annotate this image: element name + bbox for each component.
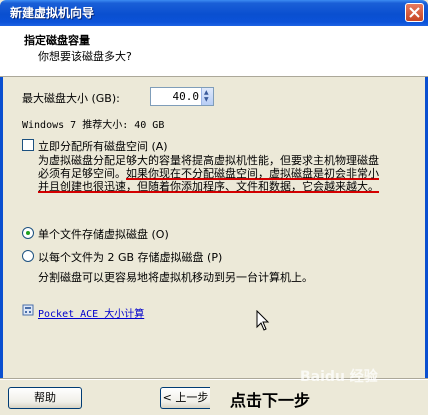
allocate-description: 为虚拟磁盘分配足够大的容量将提高虚拟机性能，但要求主机物理磁盘 必须有足够空间。… bbox=[38, 154, 416, 193]
instruction-overlay: 点击下一步 bbox=[230, 391, 311, 410]
allocate-desc-line2a: 必须有足够空间。 bbox=[38, 167, 126, 180]
wizard-header: 指定磁盘容量 你想要该磁盘多大? bbox=[0, 26, 428, 77]
spinner-arrows[interactable]: ▲ ▼ bbox=[201, 88, 213, 105]
allocate-desc-line1: 为虚拟磁盘分配足够大的容量将提高虚拟机性能，但要求主机物理磁盘 bbox=[38, 154, 379, 167]
allocate-desc-line2b: 如果你现在不分配磁盘空间，虚拟磁盘是初会非常小 bbox=[126, 167, 379, 180]
max-disk-size-label: 最大磁盘大小 (GB): bbox=[22, 92, 120, 105]
calculator-icon[interactable] bbox=[22, 304, 34, 316]
window-border-left bbox=[0, 26, 3, 415]
disk-size-spinner[interactable]: ▲ ▼ bbox=[150, 87, 214, 106]
allocate-all-checkbox[interactable] bbox=[22, 139, 34, 151]
window-title: 新建虚拟机向导 bbox=[10, 6, 95, 20]
spin-down-icon[interactable]: ▼ bbox=[204, 97, 209, 103]
back-button[interactable]: < 上一步 bbox=[160, 387, 210, 409]
header-subtitle: 你想要该磁盘多大? bbox=[38, 50, 132, 63]
single-file-label[interactable]: 单个文件存储虚拟磁盘 (O) bbox=[38, 226, 169, 242]
header-title: 指定磁盘容量 bbox=[24, 34, 90, 47]
close-button[interactable] bbox=[405, 3, 424, 22]
single-file-radio[interactable] bbox=[22, 227, 34, 239]
help-button[interactable]: 帮助 bbox=[8, 387, 82, 409]
close-icon bbox=[409, 7, 420, 18]
allocate-desc-line3: 并且创建也很迅速，但随着你添加程序、文件和数据，它会越来越大。 bbox=[38, 180, 379, 193]
split-file-label[interactable]: 以每个文件为 2 GB 存储虚拟磁盘 (P) bbox=[38, 249, 222, 265]
mouse-cursor-icon bbox=[256, 310, 270, 331]
split-file-description: 分割磁盘可以更容易地将虚拟机移动到另一台计算机上。 bbox=[38, 271, 313, 284]
pocket-ace-link[interactable]: Pocket ACE 大小计算 bbox=[38, 305, 144, 320]
allocate-desc-line2: 必须有足够空间。如果你现在不分配磁盘空间，虚拟磁盘是初会非常小 bbox=[38, 167, 416, 180]
split-file-radio[interactable] bbox=[22, 250, 34, 262]
watermark: Baidu 经验 bbox=[300, 369, 378, 385]
disk-size-input[interactable] bbox=[151, 88, 201, 105]
title-bar: 新建虚拟机向导 bbox=[0, 0, 428, 26]
recommended-size: Windows 7 推荐大小: 40 GB bbox=[22, 120, 165, 131]
allocate-all-label[interactable]: 立即分配所有磁盘空间 (A) bbox=[38, 138, 168, 154]
